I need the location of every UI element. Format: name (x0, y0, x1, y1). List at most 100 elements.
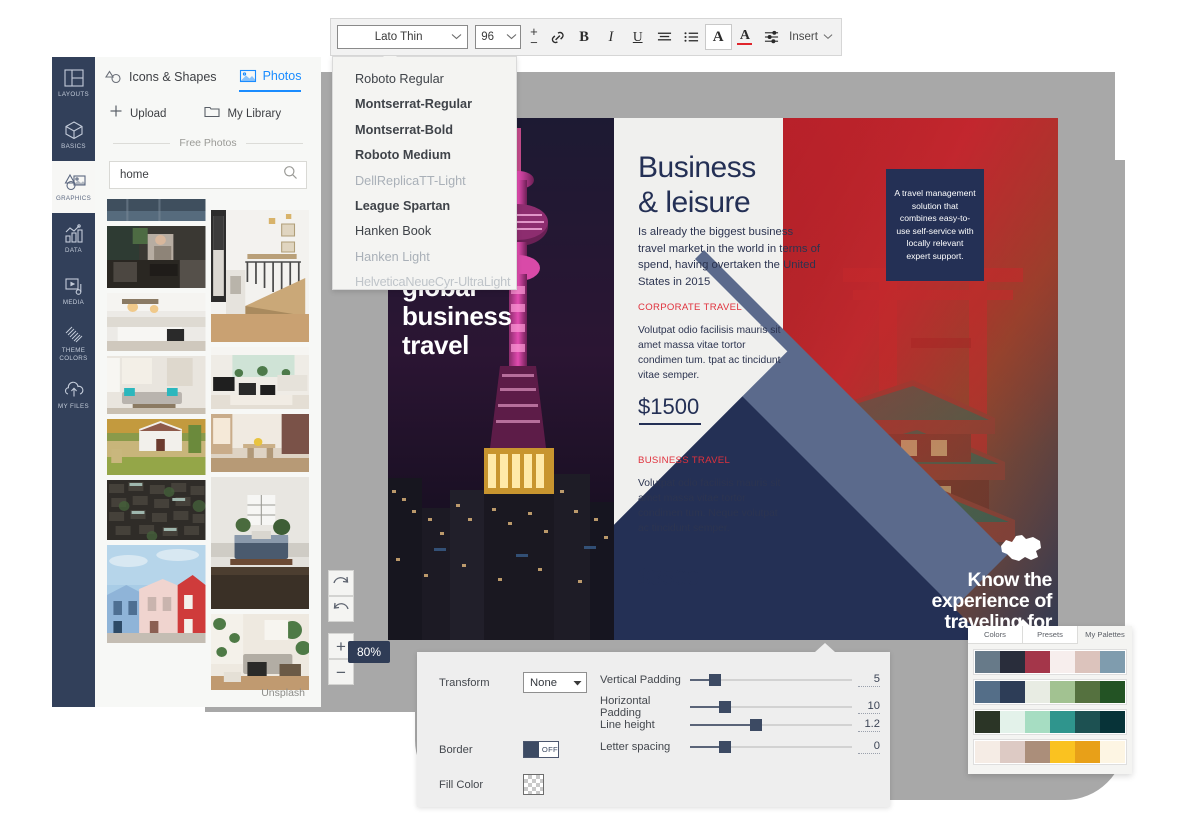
palette-tab-presets[interactable]: Presets (1023, 626, 1078, 644)
transform-select[interactable]: None (523, 672, 587, 693)
my-library-button[interactable]: My Library (204, 105, 281, 123)
color-swatch[interactable] (1050, 651, 1075, 673)
color-swatch[interactable] (1075, 711, 1100, 733)
color-swatch[interactable] (975, 711, 1000, 733)
photo-thumbnail[interactable] (210, 414, 309, 472)
color-swatch[interactable] (1000, 681, 1025, 703)
tab-photos[interactable]: Photos (238, 69, 302, 92)
color-swatch[interactable] (1050, 681, 1075, 703)
search-input[interactable] (120, 169, 283, 181)
search-icon[interactable] (283, 165, 298, 185)
italic-icon[interactable]: I (597, 24, 624, 50)
border-toggle[interactable]: OFF (523, 741, 559, 758)
photo-thumbnail[interactable] (210, 347, 309, 409)
insert-dropdown[interactable]: Insert (789, 31, 833, 43)
sidebar-item-my-files[interactable]: MY FILES (52, 369, 95, 421)
size-decrease-button[interactable]: − (530, 36, 538, 49)
sidebar-item-theme-colors[interactable]: THEME COLORS (52, 317, 95, 369)
tab-icons-shapes[interactable]: Icons & Shapes (105, 70, 217, 91)
sidebar-item-basics[interactable]: BASICS (52, 109, 95, 161)
sidebar-item-media[interactable]: MEDIA (52, 265, 95, 317)
color-swatch[interactable] (1075, 681, 1100, 703)
color-swatch[interactable] (1075, 651, 1100, 673)
photo-thumbnail[interactable] (107, 356, 206, 414)
color-swatch[interactable] (1075, 741, 1100, 763)
text-settings-icon[interactable] (758, 24, 785, 50)
text-style-icon[interactable]: A (704, 24, 732, 50)
fill-color-swatch[interactable] (523, 774, 544, 795)
design-paragraph[interactable]: Is already the biggest business travel m… (638, 224, 823, 290)
sidebar-item-graphics[interactable]: GRAPHICS (52, 161, 95, 213)
font-option[interactable]: Hanken Light (355, 245, 516, 270)
photo-thumbnail[interactable] (107, 419, 206, 475)
photo-thumbnail[interactable] (211, 199, 310, 205)
font-option[interactable]: HelveticaNeueCyr-UltraLight (355, 270, 516, 295)
photo-thumbnail[interactable] (107, 293, 206, 351)
unsplash-attribution[interactable]: Unsplash (261, 687, 305, 699)
sidebar-item-layouts[interactable]: LAYOUTS (52, 57, 95, 109)
slider-track[interactable] (690, 741, 852, 753)
text-color-icon[interactable]: A (732, 24, 759, 50)
font-option[interactable]: Roboto Medium (355, 143, 516, 168)
color-swatch[interactable] (1025, 711, 1050, 733)
color-swatch[interactable] (1025, 681, 1050, 703)
price-business[interactable]: $3500 (638, 565, 699, 591)
slider-value[interactable]: 5 (858, 673, 880, 687)
color-swatch[interactable] (1000, 741, 1025, 763)
color-swatch[interactable] (975, 741, 1000, 763)
font-option[interactable]: Roboto Regular (355, 67, 516, 92)
zoom-level-badge[interactable]: 80% (348, 641, 391, 663)
section-body-business[interactable]: Volutpat odio facilisis mauris sit amet … (638, 476, 788, 536)
list-icon[interactable] (678, 24, 705, 50)
palette-tab-colors[interactable]: Colors (968, 626, 1023, 644)
font-family-dropdown[interactable]: Roboto Regular Montserrat-Regular Montse… (332, 50, 517, 290)
slider-track[interactable] (690, 701, 852, 713)
slider-knob[interactable] (719, 701, 732, 713)
color-swatch[interactable] (975, 651, 1000, 673)
design-title[interactable]: Business & leisure (638, 150, 756, 220)
font-family-select[interactable]: Lato Thin (337, 25, 469, 49)
color-swatch[interactable] (1050, 711, 1075, 733)
photo-thumbnail[interactable] (107, 480, 206, 540)
color-swatch[interactable] (1050, 741, 1075, 763)
color-swatch[interactable] (1100, 711, 1125, 733)
bold-icon[interactable]: B (571, 24, 598, 50)
photo-thumbnail[interactable] (210, 614, 309, 690)
align-icon[interactable] (651, 24, 678, 50)
color-swatch[interactable] (1100, 681, 1125, 703)
slider-knob[interactable] (709, 674, 722, 686)
section-label-corporate[interactable]: CORPORATE TRAVEL (638, 302, 742, 313)
color-swatch[interactable] (1025, 651, 1050, 673)
photo-thumbnail[interactable] (107, 226, 206, 288)
photo-thumbnail[interactable] (107, 545, 206, 643)
slider-knob[interactable] (719, 741, 732, 753)
font-option[interactable]: League Spartan (355, 194, 516, 219)
font-option[interactable]: Montserrat-Bold (355, 118, 516, 143)
color-swatch[interactable] (1000, 711, 1025, 733)
undo-button[interactable] (328, 596, 354, 622)
slider-value[interactable]: 10 (858, 700, 880, 714)
color-swatch[interactable] (1100, 741, 1125, 763)
underline-icon[interactable]: U (624, 24, 651, 50)
palette-tab-my-palettes[interactable]: My Palettes (1078, 626, 1132, 644)
sidebar-item-data[interactable]: DATA (52, 213, 95, 265)
slider-track[interactable] (690, 719, 852, 731)
font-option[interactable]: DellReplicaTT-Light (355, 169, 516, 194)
color-swatch[interactable] (1100, 651, 1125, 673)
color-swatch[interactable] (1000, 651, 1025, 673)
font-option[interactable]: Montserrat-Regular (355, 92, 516, 117)
photo-thumbnail[interactable] (210, 210, 309, 342)
font-size-select[interactable]: 96 (475, 25, 521, 49)
photo-thumbnail[interactable] (210, 477, 309, 609)
section-body-corporate[interactable]: Volutpat odio facilisis mauris sit amet … (638, 323, 788, 383)
slider-knob[interactable] (749, 719, 762, 731)
slider-value[interactable]: 1.2 (858, 718, 880, 732)
color-swatch[interactable] (975, 681, 1000, 703)
link-icon[interactable] (544, 24, 571, 50)
upload-button[interactable]: Upload (109, 104, 166, 123)
price-corporate[interactable]: $1500 (638, 394, 699, 420)
photo-thumbnail[interactable] (107, 199, 206, 221)
redo-button[interactable] (328, 570, 354, 596)
section-label-business[interactable]: BUSINESS TRAVEL (638, 455, 730, 466)
travel-solution-callout[interactable]: A travel management solution that combin… (886, 169, 984, 281)
